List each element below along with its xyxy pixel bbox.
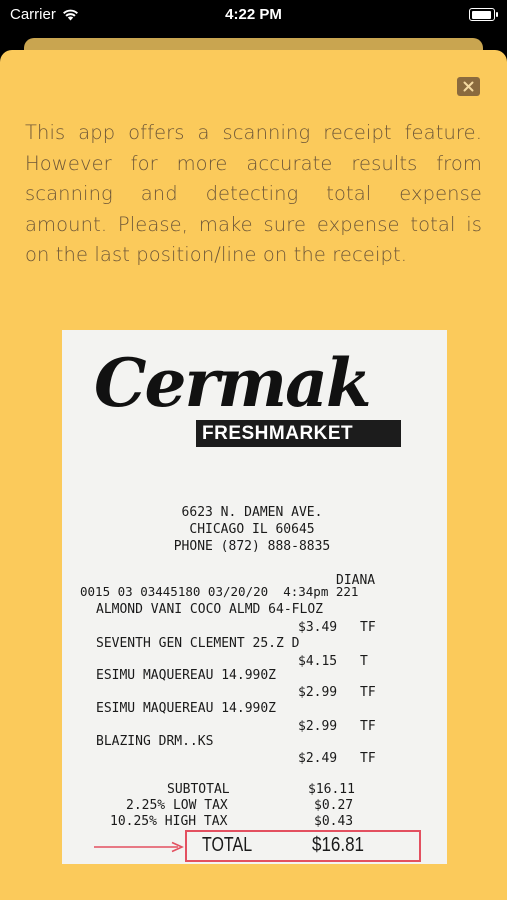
status-time: 4:22 PM	[225, 6, 282, 23]
status-bar: Carrier 4:22 PM	[0, 0, 507, 30]
close-button[interactable]	[457, 77, 480, 96]
total-value: $16.81	[312, 834, 364, 856]
battery-icon	[469, 8, 498, 21]
arrow-right-icon	[94, 841, 184, 853]
high-tax-label: 10.25% HIGH TAX	[110, 814, 228, 829]
close-icon	[463, 81, 474, 92]
receipt-total-section: 10.25% HIGH TAX $0.43 TOTAL $16.81	[62, 330, 447, 864]
high-tax-value: $0.43	[314, 814, 354, 829]
total-label: TOTAL	[202, 834, 253, 856]
battery-level	[471, 10, 491, 19]
info-text: This app offers a scanning receipt featu…	[25, 121, 482, 266]
